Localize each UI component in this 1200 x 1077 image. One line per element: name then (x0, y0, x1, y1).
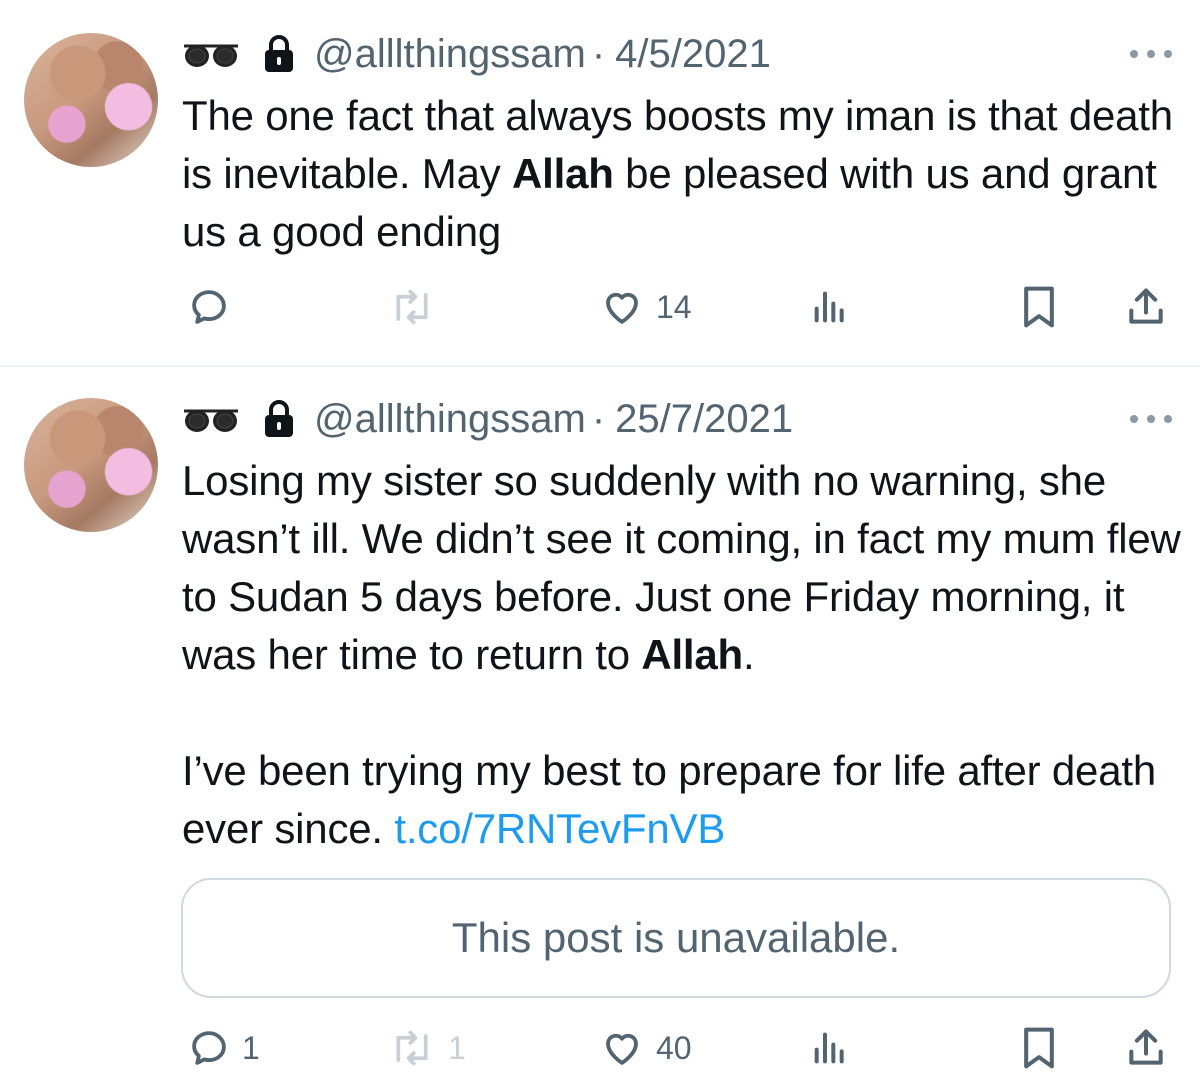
timestamp[interactable]: 25/7/2021 (615, 397, 793, 442)
tweet-header: @alllthingssam · 4/5/2021 (182, 30, 771, 78)
repost-button[interactable] (388, 282, 448, 332)
share-icon (1129, 288, 1163, 324)
views-icon (814, 1032, 844, 1064)
views-button[interactable] (810, 282, 850, 332)
unavailable-label: This post is unavailable. (451, 914, 901, 961)
repost-button[interactable]: 1 (388, 1023, 466, 1073)
reply-button[interactable] (188, 282, 242, 332)
views-icon (814, 291, 844, 323)
repost-icon (396, 289, 428, 325)
action-bar: 14 (0, 282, 1200, 332)
bookmark-button[interactable] (1020, 1023, 1058, 1073)
bookmark-icon (1024, 1027, 1054, 1069)
share-icon (1129, 1029, 1163, 1065)
timestamp[interactable]: 4/5/2021 (615, 32, 771, 77)
reply-count: 1 (242, 1029, 260, 1066)
text-bold: Allah (512, 150, 614, 197)
repost-count: 1 (448, 1029, 466, 1066)
tweet-link[interactable]: t.co/7RNTevFnVB (394, 805, 725, 852)
like-icon (606, 292, 638, 324)
avatar[interactable] (24, 398, 158, 532)
reply-button[interactable]: 1 (188, 1023, 260, 1073)
like-count: 14 (656, 288, 692, 325)
repost-icon (396, 1030, 428, 1066)
handle[interactable]: @alllthingssam (314, 397, 586, 442)
lock-icon (265, 35, 293, 72)
divider (0, 365, 1200, 367)
more-icon[interactable] (1130, 413, 1172, 425)
text-bold: Allah (641, 631, 744, 678)
reply-icon (192, 290, 226, 324)
like-icon (606, 1033, 638, 1065)
more-icon[interactable] (1130, 48, 1172, 60)
tweet-header: @alllthingssam · 25/7/2021 (182, 395, 793, 443)
lock-icon (265, 400, 293, 437)
tweet-text: The one fact that always boosts my iman … (182, 87, 1182, 261)
share-button[interactable] (1124, 1023, 1168, 1073)
separator: · (591, 396, 606, 441)
action-bar: 1 1 40 (0, 1023, 1200, 1073)
quoted-post-unavailable[interactable]: This post is unavailable. (181, 878, 1171, 998)
views-button[interactable] (810, 1023, 850, 1073)
handle[interactable]: @alllthingssam (314, 32, 586, 77)
separator: · (591, 31, 606, 76)
bookmark-icon (1024, 286, 1054, 328)
tweet-text: Losing my sister so suddenly with no war… (182, 452, 1182, 858)
reply-icon (192, 1031, 226, 1065)
sunglasses-icon (184, 44, 238, 67)
sunglasses-icon (184, 409, 238, 432)
share-button[interactable] (1124, 282, 1168, 332)
like-count: 40 (656, 1029, 692, 1066)
bookmark-button[interactable] (1020, 282, 1058, 332)
like-button[interactable]: 40 (600, 1023, 692, 1073)
avatar[interactable] (24, 33, 158, 167)
like-button[interactable]: 14 (600, 282, 692, 332)
